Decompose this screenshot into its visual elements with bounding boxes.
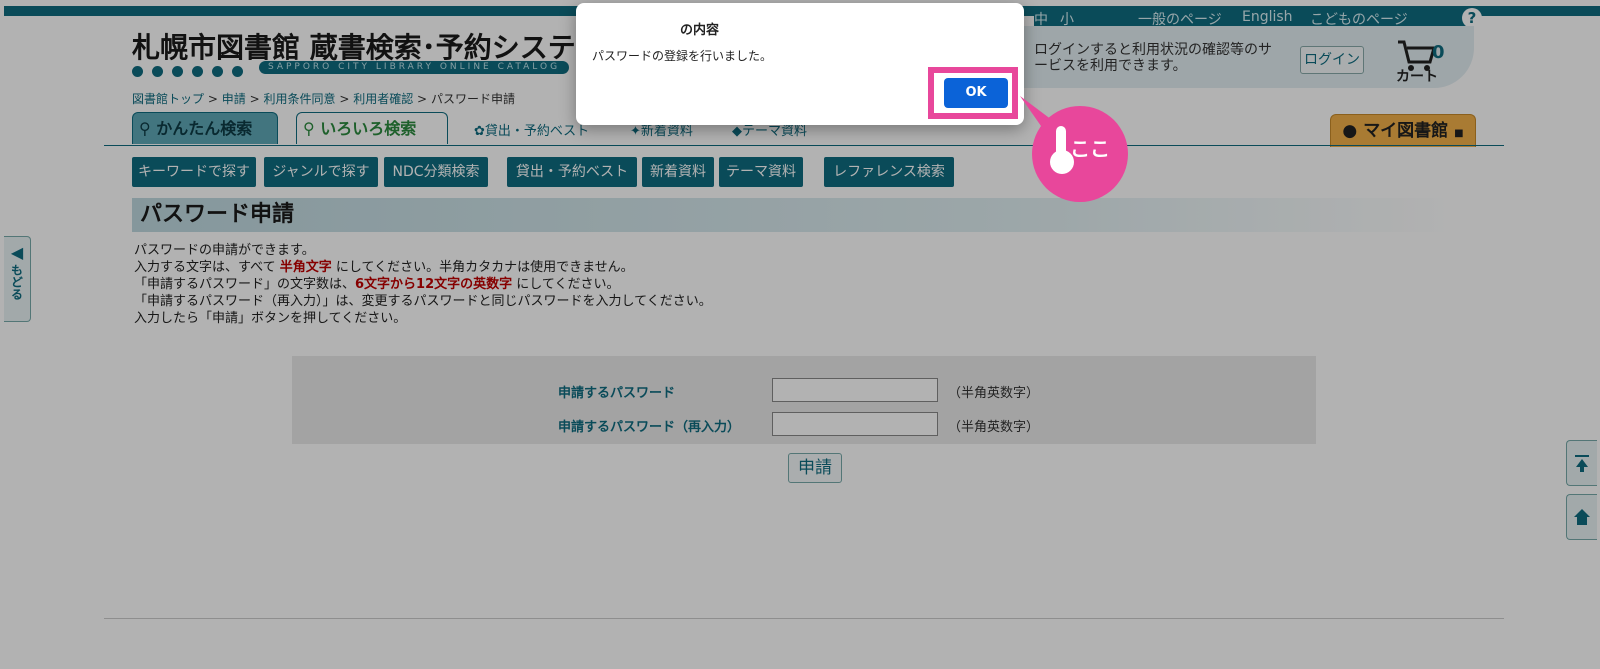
ok-button[interactable]: OK (944, 78, 1008, 108)
callout-text: ここ (1070, 137, 1110, 161)
dialog-title: の内容 (680, 23, 720, 38)
pointer-callout: ここ (1020, 96, 1128, 202)
dialog-message: パスワードの登録を行いました。 (592, 49, 773, 63)
